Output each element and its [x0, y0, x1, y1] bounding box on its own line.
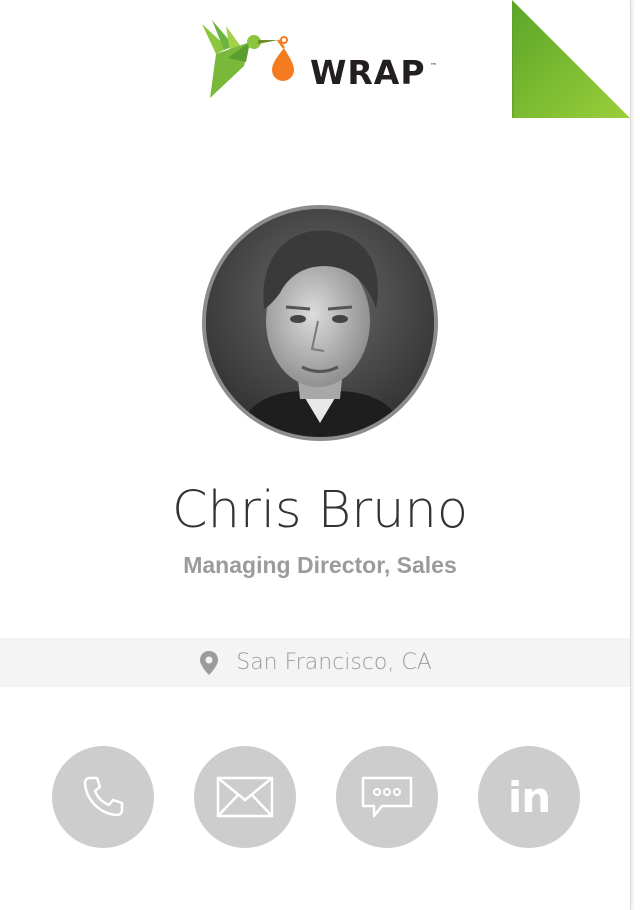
envelope-icon — [216, 776, 274, 818]
job-title: Managing Director, Sales — [183, 552, 457, 578]
message-button[interactable] — [336, 746, 438, 848]
contact-actions: in — [0, 746, 640, 848]
email-button[interactable] — [194, 746, 296, 848]
contact-card: WRAP ™ Chris Bruno Managing Director, Sa… — [0, 0, 631, 910]
page-curl-icon[interactable] — [512, 0, 630, 118]
linkedin-icon: in — [507, 772, 551, 822]
chat-bubble-icon — [361, 776, 413, 818]
trademark-mark: ™ — [430, 62, 437, 70]
location-bar[interactable]: San Francisco, CA — [0, 638, 630, 687]
logo-wordmark: WRAP — [310, 53, 426, 92]
profile-photo — [206, 209, 434, 437]
hummingbird-icon — [202, 20, 294, 98]
avatar — [202, 205, 438, 441]
linkedin-button[interactable]: in — [478, 746, 580, 848]
phone-icon — [83, 776, 124, 817]
call-button[interactable] — [52, 746, 154, 848]
map-pin-icon — [200, 650, 219, 675]
contact-name: Chris Bruno — [171, 481, 469, 540]
location-text: San Francisco, CA — [236, 650, 432, 675]
wrap-logo[interactable]: WRAP ™ — [200, 18, 440, 100]
